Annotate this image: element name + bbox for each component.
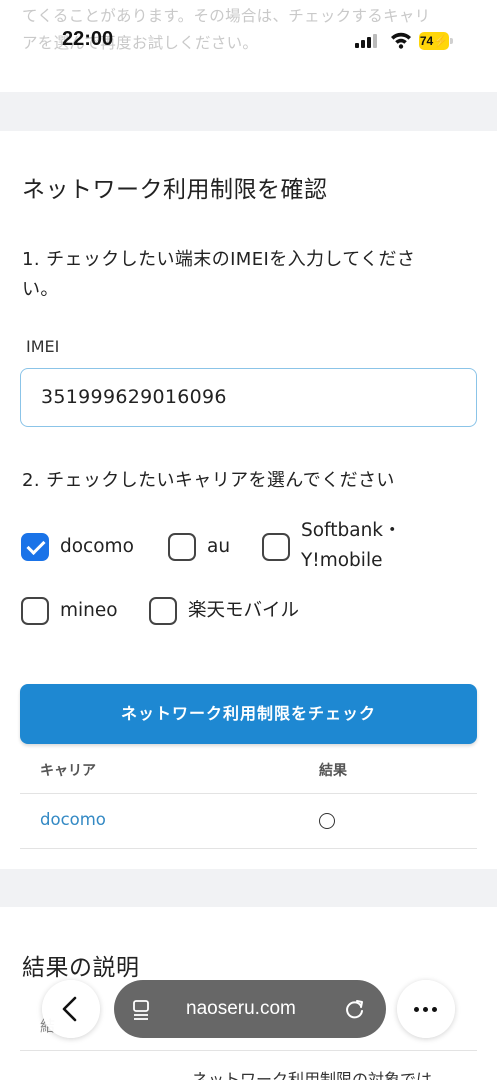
section-divider xyxy=(0,869,497,907)
carrier-label: Softbank・ Y!mobile xyxy=(301,516,402,576)
status-time: 22:00 xyxy=(62,28,114,50)
carrier-option-softbank[interactable]: Softbank・ Y!mobile xyxy=(262,516,402,576)
circle-icon xyxy=(319,813,335,829)
more-dot-icon xyxy=(414,1007,419,1012)
table-divider xyxy=(20,848,477,849)
checkbox-icon[interactable] xyxy=(149,597,177,625)
carrier-option-au[interactable]: au xyxy=(168,532,230,562)
table-row-carrier[interactable]: docomo xyxy=(40,810,106,829)
charging-bolt-icon: ⚡ xyxy=(433,34,449,48)
imei-input[interactable]: 351999629016096 xyxy=(20,368,477,427)
carrier-label: 楽天モバイル xyxy=(188,600,300,621)
wifi-icon xyxy=(391,32,411,49)
more-options-button[interactable] xyxy=(397,980,455,1038)
check-network-restriction-button[interactable]: ネットワーク利用制限をチェック xyxy=(20,684,477,744)
carrier-option-mineo[interactable]: mineo xyxy=(21,596,118,626)
checkbox-checked-icon[interactable] xyxy=(21,533,49,561)
carrier-option-docomo[interactable]: docomo xyxy=(21,532,134,562)
table-divider xyxy=(20,1050,477,1051)
address-bar[interactable]: naoseru.com xyxy=(114,980,386,1038)
step-1-instruction: 1. チェックしたい端末のIMEIを入力してくださ い。 xyxy=(22,245,415,305)
checkbox-icon[interactable] xyxy=(21,597,49,625)
section-title: ネットワーク利用制限を確認 xyxy=(22,177,328,203)
carrier-option-rakuten[interactable]: 楽天モバイル xyxy=(149,596,299,626)
notice-line-1: てくることがあります。その場合は、チェックするキャリ xyxy=(22,7,431,25)
step-1-line-1: 1. チェックしたい端末のIMEIを入力してくださ xyxy=(22,249,416,270)
battery-icon: 74⚡ xyxy=(419,32,449,50)
battery-level: 74 xyxy=(419,34,434,48)
step-2-instruction: 2. チェックしたいキャリアを選んでください xyxy=(22,470,395,491)
chevron-left-icon xyxy=(62,996,77,1022)
carrier-label-line-2: Y!mobile xyxy=(301,550,383,571)
status-bar: 22:00 74⚡ xyxy=(0,28,497,56)
carrier-label: au xyxy=(207,536,231,557)
table-header-carrier: キャリア xyxy=(40,763,96,779)
cellular-signal-icon xyxy=(355,34,377,48)
imei-label: IMEI xyxy=(26,337,60,356)
checkbox-icon[interactable] xyxy=(262,533,290,561)
table-divider xyxy=(20,793,477,794)
back-button[interactable] xyxy=(42,980,100,1038)
section-divider xyxy=(0,92,497,131)
carrier-label: mineo xyxy=(60,600,118,621)
carrier-label-line-1: Softbank・ xyxy=(301,520,402,541)
page-menu-icon[interactable] xyxy=(132,1000,150,1020)
step-1-line-2: い。 xyxy=(22,279,59,300)
browser-toolbar: naoseru.com xyxy=(0,975,497,1045)
explanation-text: ネットワーク利用制限の対象では xyxy=(192,1070,433,1080)
reload-icon[interactable] xyxy=(344,998,366,1020)
url-text: naoseru.com xyxy=(186,998,296,1019)
more-dot-icon xyxy=(423,1007,428,1012)
checkbox-icon[interactable] xyxy=(168,533,196,561)
table-header-result: 結果 xyxy=(319,763,347,779)
carrier-label: docomo xyxy=(60,536,134,557)
battery-tip xyxy=(450,38,453,44)
more-dot-icon xyxy=(432,1007,437,1012)
